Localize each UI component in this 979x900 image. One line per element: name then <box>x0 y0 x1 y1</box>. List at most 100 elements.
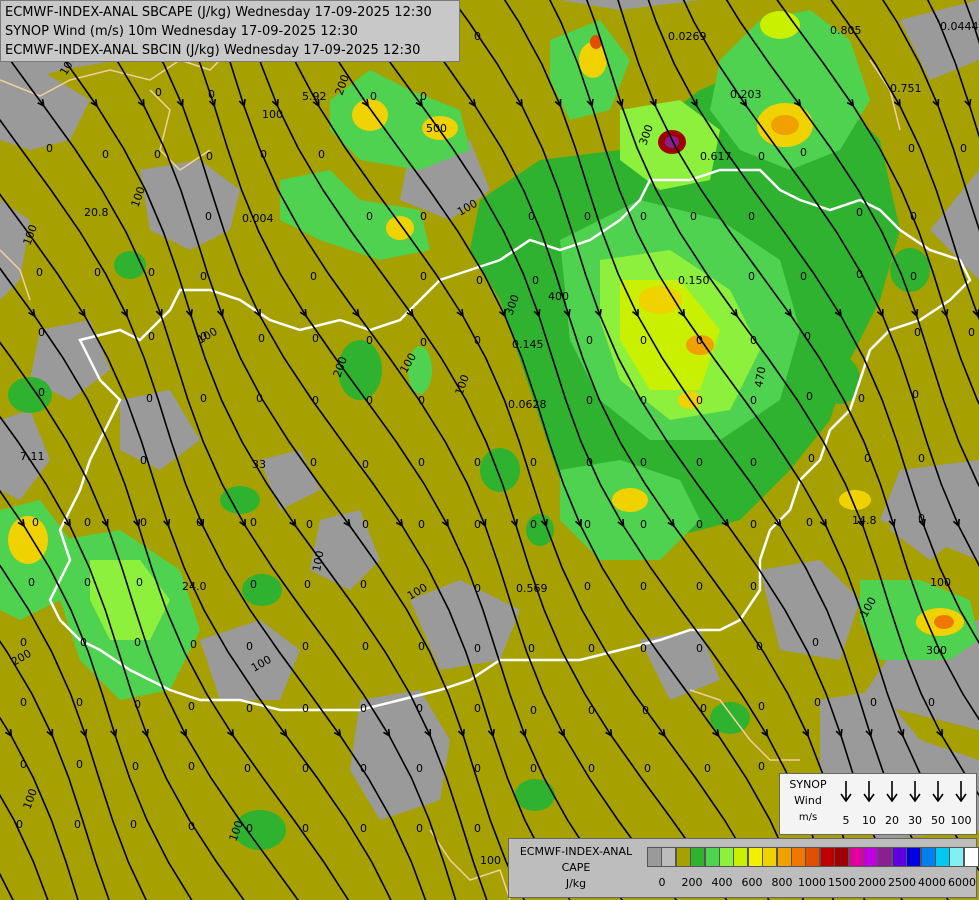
map-value-label: 0.751 <box>890 82 922 95</box>
map-value-label: 0 <box>856 268 863 281</box>
map-value-label: 0 <box>205 210 212 223</box>
cape-tick-label: 2000 <box>858 876 886 889</box>
map-value-label: 0 <box>750 580 757 593</box>
map-value-label: 0.569 <box>516 582 548 595</box>
cape-color-swatch <box>791 847 806 867</box>
map-value-label: 0 <box>418 640 425 653</box>
cape-color-swatch <box>675 847 691 867</box>
map-value-label: 0 <box>32 516 39 529</box>
cape-tick-label: 4000 <box>918 876 946 889</box>
map-value-label: 0 <box>154 148 161 161</box>
cape-color-swatch <box>805 847 821 867</box>
map-value-label: 0 <box>94 266 101 279</box>
map-value-label: 0 <box>750 334 757 347</box>
map-value-label: 0 <box>420 336 427 349</box>
title-panel: ECMWF-INDEX-ANAL SBCAPE (J/kg) Wednesday… <box>0 0 460 62</box>
map-value-label: 0 <box>912 388 919 401</box>
map-value-label: 0 <box>76 696 83 709</box>
map-value-label: 0 <box>696 394 703 407</box>
map-value-label: 0 <box>864 452 871 465</box>
cape-tick-label: 200 <box>681 876 703 889</box>
map-value-label: 0 <box>84 576 91 589</box>
map-value-label: 0 <box>696 518 703 531</box>
map-value-label: 0 <box>474 642 481 655</box>
map-value-label: 0 <box>250 578 257 591</box>
cape-title-line: ECMWF-INDEX-ANAL SBCAPE (J/kg) Wednesday… <box>5 5 432 20</box>
map-value-label: 0 <box>910 210 917 223</box>
map-value-label: 0 <box>362 458 369 471</box>
map-value-label: 0 <box>856 206 863 219</box>
wind-arrow-icon <box>907 780 923 803</box>
map-value-label: 0 <box>750 456 757 469</box>
cape-legend-subtitle: CAPE <box>561 861 591 874</box>
cape-color-swatch <box>819 847 835 867</box>
map-value-label: 0 <box>474 30 481 43</box>
map-value-label: 0 <box>188 700 195 713</box>
cape-color-swatch <box>690 847 706 867</box>
map-value-label: 0 <box>814 696 821 709</box>
map-value-label: 33 <box>252 458 266 471</box>
map-value-label: 0 <box>246 702 253 715</box>
map-value-label: 0 <box>312 394 319 407</box>
map-value-label: 0 <box>200 270 207 283</box>
map-value-label: 0 <box>366 210 373 223</box>
map-value-label: 0 <box>474 582 481 595</box>
map-value-label: 0 <box>586 456 593 469</box>
map-value-label: 0 <box>532 274 539 287</box>
cape-color-swatch <box>935 847 950 867</box>
map-value-label: 0 <box>476 274 483 287</box>
map-value-label: 0 <box>758 760 765 773</box>
map-value-label: 0 <box>588 762 595 775</box>
map-value-label: 0 <box>908 142 915 155</box>
map-value-label: 0 <box>302 640 309 653</box>
wind-arrow-icon <box>884 780 900 803</box>
map-value-label: 0 <box>584 580 591 593</box>
map-value-label: 0 <box>360 822 367 835</box>
map-value-label: 0 <box>246 822 253 835</box>
wind-legend-subtitle: Wind <box>794 794 822 807</box>
map-value-label: 0 <box>696 642 703 655</box>
map-value-label: 0 <box>530 456 537 469</box>
wind-speed-label: 20 <box>885 814 899 827</box>
wind-arrow-icon <box>838 780 854 803</box>
map-value-label: 100 <box>930 576 951 589</box>
map-value-label: 0 <box>858 392 865 405</box>
map-value-label: 0 <box>148 330 155 343</box>
cape-legend: ECMWF-INDEX-ANAL CAPE J/kg 0 200 400 600 800… <box>508 838 979 898</box>
map-value-label: 0 <box>914 326 921 339</box>
cape-tick-label: 6000 <box>948 876 976 889</box>
map-value-label: 0 <box>366 394 373 407</box>
map-value-label: 0 <box>102 148 109 161</box>
wind-speed-label: 50 <box>931 814 945 827</box>
map-value-label: 0 <box>928 696 935 709</box>
cape-legend-unit: J/kg <box>565 877 587 890</box>
map-value-label: 0 <box>530 704 537 717</box>
map-value-label: 0.0444 <box>940 20 979 33</box>
map-value-label: 0 <box>640 394 647 407</box>
map-value-label: 0 <box>246 640 253 653</box>
map-value-label: 0 <box>302 702 309 715</box>
map-value-label: 0 <box>200 392 207 405</box>
map-value-label: 7.11 <box>20 450 45 463</box>
map-value-label: 0 <box>420 210 427 223</box>
map-value-label: 0 <box>700 702 707 715</box>
map-value-label: 0 <box>758 700 765 713</box>
map-value-label: 0.805 <box>830 24 862 37</box>
wind-speed-label: 5 <box>842 814 850 827</box>
map-value-label: 0 <box>584 210 591 223</box>
map-value-label: 0 <box>474 762 481 775</box>
map-value-label: 0 <box>420 90 427 103</box>
map-value-label: 0 <box>16 818 23 831</box>
map-value-label: 0 <box>362 518 369 531</box>
map-value-label: 0 <box>420 270 427 283</box>
map-value-label: 0 <box>750 518 757 531</box>
map-value-label: 0 <box>586 394 593 407</box>
map-value-label: 0 <box>38 326 45 339</box>
map-value-label: 0 <box>134 698 141 711</box>
map-value-label: 0 <box>155 86 162 99</box>
map-value-label: 0 <box>136 576 143 589</box>
map-value-label: 0 <box>188 760 195 773</box>
map-value-label: 0 <box>132 760 139 773</box>
map-value-label: 0 <box>800 270 807 283</box>
cape-tick-label: 1000 <box>798 876 826 889</box>
